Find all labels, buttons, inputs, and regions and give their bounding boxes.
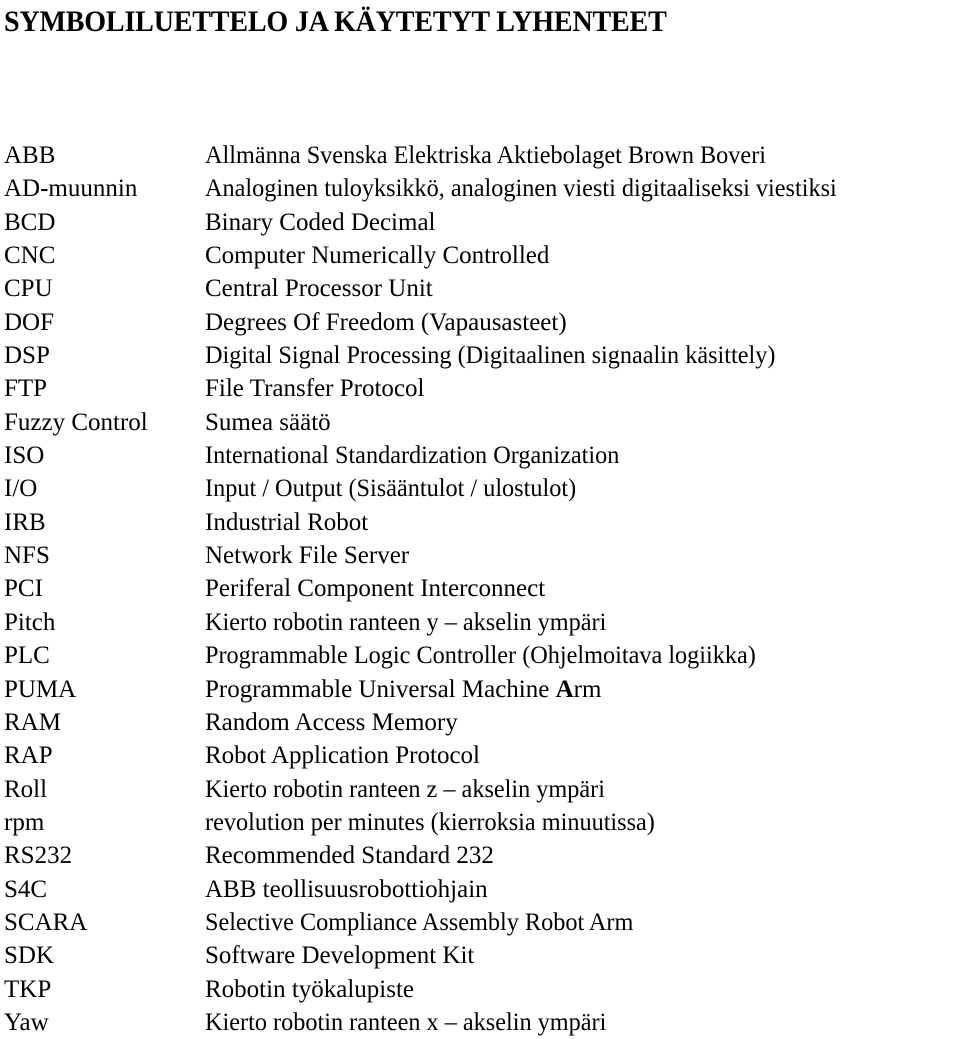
- abbreviation-term: DOF: [4, 308, 55, 336]
- abbreviation-definition: Industrial Robot: [205, 508, 369, 536]
- table-row: S4C ABB teollisuusrobottiohjain: [0, 873, 960, 906]
- abbreviation-term: RAM: [4, 708, 61, 736]
- table-row: CPU Central Processor Unit: [0, 272, 960, 305]
- abbreviation-term: SDK: [4, 942, 55, 970]
- abbreviation-term: CPU: [4, 275, 53, 303]
- table-row: AD-muunnin Analoginen tuloyksikkö, analog…: [0, 172, 960, 205]
- document-page: SYMBOLILUETTELO JA KÄYTETYT LYHENTEET AB…: [0, 0, 960, 1036]
- table-row: RAP Robot Application Protocol: [0, 739, 960, 772]
- table-row: SCARA Selective Compliance Assembly Robot…: [0, 906, 960, 939]
- abbreviation-definition: Analoginen tuloyksikkö, analoginen viest…: [205, 175, 837, 203]
- abbreviation-term: ISO: [4, 442, 45, 470]
- table-row: Pitch Kierto robotin ranteen y – akselin …: [0, 606, 960, 639]
- table-row: ISO International Standardization Organiz…: [0, 439, 960, 472]
- abbreviation-definition: Recommended Standard 232: [205, 842, 494, 870]
- abbreviation-definition: ABB teollisuusrobottiohjain: [205, 875, 488, 903]
- table-row: I/O Input / Output (Sisääntulot / ulostul…: [0, 472, 960, 505]
- abbreviation-definition: Input / Output (Sisääntulot / ulostulot): [205, 475, 577, 503]
- abbreviation-definition: Random Access Memory: [205, 708, 458, 736]
- table-row: DSP Digital Signal Processing (Digitaalin…: [0, 339, 960, 372]
- abbreviation-term: Roll: [4, 775, 48, 803]
- abbreviation-definition: Computer Numerically Controlled: [205, 242, 550, 270]
- definition-suffix: rm: [573, 675, 602, 703]
- table-row: Roll Kierto robotin ranteen z – akselin y…: [0, 773, 960, 806]
- abbreviation-definition: Programmable Logic Controller (Ohjelmoit…: [205, 642, 756, 670]
- abbreviation-term: DSP: [4, 342, 50, 370]
- abbreviation-definition: Binary Coded Decimal: [205, 208, 436, 236]
- table-row: FTP File Transfer Protocol: [0, 372, 960, 405]
- abbreviation-term: SCARA: [4, 908, 88, 936]
- abbreviation-definition: Kierto robotin ranteen y – akselin ympär…: [205, 608, 607, 636]
- abbreviation-term: BCD: [4, 208, 56, 236]
- abbreviation-term: RS232: [4, 842, 73, 870]
- abbreviation-definition: Programmable Universal Machine Arm: [205, 673, 601, 706]
- abbreviation-list: ABB Allmänna Svenska Elektriska Aktiebola…: [0, 139, 960, 1039]
- table-row: SDK Software Development Kit: [0, 939, 960, 972]
- table-row: PLC Programmable Logic Controller (Ohjelm…: [0, 639, 960, 672]
- table-row: PUMA Programmable Universal Machine Arm: [0, 673, 960, 706]
- abbreviation-term: TKP: [4, 975, 52, 1003]
- abbreviation-term: AD-muunnin: [4, 175, 138, 203]
- abbreviation-term: S4C: [4, 875, 48, 903]
- abbreviation-term: ABB: [4, 142, 56, 169]
- abbreviation-term: FTP: [4, 375, 48, 403]
- table-row: rpm revolution per minutes (kierroksia mi…: [0, 806, 960, 839]
- table-row: BCD Binary Coded Decimal: [0, 206, 960, 239]
- abbreviation-definition: Central Processor Unit: [205, 275, 433, 303]
- abbreviation-term: NFS: [4, 542, 50, 570]
- abbreviation-definition: Allmänna Svenska Elektriska Aktiebolaget…: [205, 142, 767, 169]
- abbreviation-definition: International Standardization Organizati…: [205, 442, 620, 470]
- abbreviation-definition: Software Development Kit: [205, 942, 475, 970]
- definition-prefix: Programmable Universal Machine: [205, 675, 556, 703]
- abbreviation-term: PLC: [4, 642, 50, 670]
- abbreviation-term: Yaw: [4, 1008, 49, 1036]
- abbreviation-term: I/O: [4, 475, 38, 503]
- table-row: CNC Computer Numerically Controlled: [0, 239, 960, 272]
- table-row: NFS Network File Server: [0, 539, 960, 572]
- table-row: RS232 Recommended Standard 232: [0, 839, 960, 872]
- abbreviation-definition: Robot Application Protocol: [205, 742, 480, 770]
- abbreviation-definition: Network File Server: [205, 542, 410, 570]
- abbreviation-definition: revolution per minutes (kierroksia minuu…: [205, 808, 655, 836]
- abbreviation-term: CNC: [4, 242, 56, 270]
- abbreviation-definition: File Transfer Protocol: [205, 375, 425, 403]
- table-row: Fuzzy Control Sumea säätö: [0, 406, 960, 439]
- abbreviation-definition: Selective Compliance Assembly Robot Arm: [205, 908, 634, 936]
- abbreviation-term: rpm: [4, 808, 45, 836]
- abbreviation-term: PUMA: [4, 675, 77, 703]
- abbreviation-definition: Sumea säätö: [205, 408, 331, 436]
- abbreviation-term: PCI: [4, 575, 43, 603]
- definition-bold-letter: A: [555, 675, 574, 703]
- abbreviation-definition: Digital Signal Processing (Digitaalinen …: [205, 342, 776, 370]
- table-row: Yaw Kierto robotin ranteen x – akselin ym…: [0, 1006, 960, 1039]
- abbreviation-definition: Degrees Of Freedom (Vapausasteet): [205, 308, 567, 336]
- table-row: PCI Periferal Component Interconnect: [0, 572, 960, 605]
- page-title: SYMBOLILUETTELO JA KÄYTETYT LYHENTEET: [4, 5, 667, 38]
- abbreviation-definition: Kierto robotin ranteen z – akselin ympär…: [205, 775, 606, 803]
- abbreviation-term: Pitch: [4, 608, 56, 636]
- table-row: RAM Random Access Memory: [0, 706, 960, 739]
- abbreviation-definition: Robotin työkalupiste: [205, 975, 415, 1003]
- abbreviation-term: Fuzzy Control: [4, 408, 148, 436]
- table-row: DOF Degrees Of Freedom (Vapausasteet): [0, 306, 960, 339]
- abbreviation-definition: Periferal Component Interconnect: [205, 575, 546, 603]
- table-row: IRB Industrial Robot: [0, 506, 960, 539]
- table-row: TKP Robotin työkalupiste: [0, 973, 960, 1006]
- table-row: ABB Allmänna Svenska Elektriska Aktiebola…: [0, 139, 960, 172]
- abbreviation-term: IRB: [4, 508, 46, 536]
- abbreviation-term: RAP: [4, 742, 53, 770]
- abbreviation-definition: Kierto robotin ranteen x – akselin ympär…: [205, 1008, 607, 1036]
